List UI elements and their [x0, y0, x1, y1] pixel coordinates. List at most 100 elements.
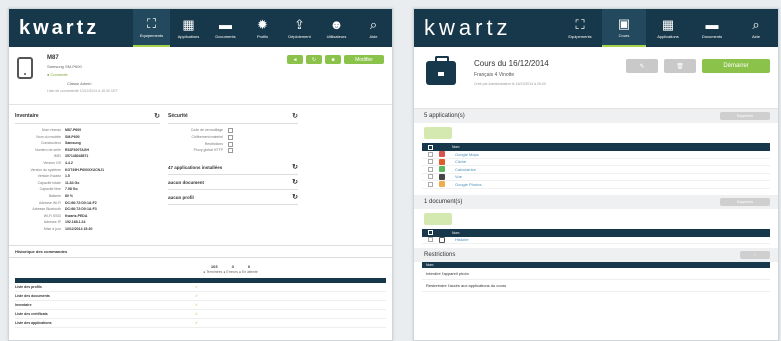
list-item[interactable]: Histoire — [422, 236, 770, 244]
course-info: Cours du 16/12/2014 Français 4 Vinotte C… — [474, 59, 549, 102]
refresh-button[interactable]: ↻ — [306, 55, 322, 64]
row-checkbox[interactable] — [428, 159, 433, 165]
inventory-key: Version Kwartz — [37, 174, 61, 179]
course-subtitle: Français 4 Vinotte — [474, 72, 515, 78]
table-row[interactable]: Liste des certificats ✓ — [15, 310, 386, 319]
nav-item-equipements[interactable]: ⛶ Equipements — [133, 9, 170, 47]
device-list-row[interactable]: 47 applications installées ↻ — [168, 160, 298, 176]
docs-table-header: Nom — [422, 228, 770, 237]
refresh-icon[interactable]: ↻ — [292, 193, 298, 201]
device-meta: Classe Admin — [67, 81, 92, 86]
nav-item-label: Utilisateurs — [326, 33, 347, 39]
refresh-icon[interactable]: ↻ — [292, 163, 298, 171]
history-stat: 0 — [247, 263, 251, 269]
nav-item-utilisateurs[interactable]: ☻ Utilisateurs — [318, 9, 355, 47]
history-stat: 103 — [210, 263, 218, 269]
add-app-button[interactable] — [424, 127, 452, 139]
device-columns: Inventaire ↻ Nom réseau M87-P600 Nom du mo… — [9, 105, 392, 233]
device-actions: ◄ ↻ ■ Modifier — [287, 55, 384, 98]
inventory-row: Constructeur Samsung — [15, 140, 160, 147]
nav-item-profils[interactable]: ✹ Profils — [244, 9, 281, 47]
table-row[interactable]: Liste des documents ✓ — [15, 292, 386, 301]
nav-item-label: Documents — [701, 33, 723, 39]
nav-item-documents[interactable]: ▬ Documents — [207, 9, 244, 47]
device-list-row[interactable]: aucun profil ↻ — [168, 190, 298, 206]
nav-item-applications[interactable]: ▦ Applications — [646, 9, 690, 47]
list-item[interactable]: Google Photos — [422, 181, 770, 189]
command-status-icon: ✓ — [195, 311, 198, 316]
refresh-icon[interactable]: ↻ — [292, 178, 298, 186]
nav-item-aide[interactable]: ⌕ Aide — [355, 9, 392, 47]
kwartz-logo[interactable]: kwartz — [19, 17, 99, 40]
select-all-checkbox[interactable] — [428, 144, 433, 150]
list-item[interactable]: Cliché — [422, 158, 770, 166]
kwartz-logo[interactable]: kwartz — [424, 15, 512, 41]
refresh-icon[interactable]: ↻ — [154, 112, 160, 120]
modify-button[interactable]: Modifier — [344, 55, 384, 64]
device-list-row[interactable]: aucun document ↻ — [168, 175, 298, 191]
top-nav-bar: kwartz ⛶ Equipements ▦ Applications ▬ Documen… — [9, 9, 392, 47]
inventory-value: 4.4.2 — [65, 160, 73, 165]
tablet-icon — [17, 57, 33, 79]
device-subinfo: Liste de connectivité 10/12/2014 à 15:30… — [47, 89, 118, 93]
inventory-value: KOT49H.P600XXUCNJ1 — [65, 167, 105, 172]
row-checkbox[interactable] — [428, 174, 433, 180]
table-row[interactable]: Inventaire ✓ — [15, 301, 386, 310]
command-status-icon: ✓ — [195, 293, 198, 298]
row-checkbox[interactable] — [428, 181, 433, 187]
row-checkbox[interactable] — [428, 237, 433, 243]
wipe-button[interactable]: ■ — [325, 55, 341, 64]
remove-apps-button[interactable]: Supprimer — [720, 112, 770, 120]
delete-button[interactable]: 🗑 — [664, 59, 696, 73]
app-name[interactable]: Vue — [455, 174, 462, 179]
nav-item-applications[interactable]: ▦ Applications — [170, 9, 207, 47]
nav-item-déploiement[interactable]: ⇪ Déploiement — [281, 9, 318, 47]
nav-item-aide[interactable]: ⌕ Aide — [734, 9, 778, 47]
device-list-label: aucun document — [168, 179, 205, 185]
app-name[interactable]: Cliché — [455, 159, 466, 164]
inventory-key: Version OS — [43, 160, 61, 165]
row-checkbox[interactable] — [428, 166, 433, 172]
briefcase-icon: ▣ — [617, 15, 631, 31]
refresh-icon[interactable]: ↻ — [292, 112, 298, 120]
nav-item-cours[interactable]: ▣ Cours — [602, 9, 646, 47]
nav-item-equipements[interactable]: ⛶ Equipements — [558, 9, 602, 47]
list-item[interactable]: Vue — [422, 173, 770, 181]
add-document-button[interactable] — [424, 212, 452, 225]
inventory-row: Version Kwartz 1.5 — [15, 173, 160, 180]
app-name[interactable]: Google Maps — [455, 152, 479, 157]
remove-docs-button[interactable]: Supprimer — [720, 197, 770, 206]
nav-item-documents[interactable]: ▬ Documents — [690, 9, 734, 47]
table-row[interactable]: Liste des profils ✓ — [15, 283, 386, 292]
restriction-row[interactable]: Interdire l'appareil photo — [422, 268, 770, 280]
list-item[interactable]: Google Maps — [422, 151, 770, 159]
inventory-key: Adresse Wi-Fi — [39, 200, 61, 205]
security-checkbox — [228, 148, 233, 154]
command-name: Liste des applications — [15, 320, 52, 325]
app-icon — [439, 151, 445, 158]
app-icon — [439, 173, 445, 180]
top-nav-bar: kwartz ⛶ Equipements ▣ Cours ▦ Applications ▬ D… — [414, 9, 778, 47]
lock-button[interactable]: ◄ — [287, 55, 303, 64]
row-checkbox[interactable] — [428, 151, 433, 157]
restriction-row[interactable]: Restreindre l'accès aux applications du … — [422, 280, 770, 292]
app-name[interactable]: Calculatrice — [455, 167, 476, 172]
security-title: Sécurité — [168, 113, 188, 119]
add-restriction-button[interactable]: + — [740, 251, 770, 259]
inventory-value: 1.5 — [65, 174, 70, 179]
inventory-key: Capacité totale — [37, 180, 61, 185]
table-row[interactable]: Liste des applications ✓ — [15, 319, 386, 328]
app-name[interactable]: Google Photos — [455, 182, 481, 187]
list-item[interactable]: Calculatrice — [422, 166, 770, 174]
inventory-key: Version du système — [30, 167, 61, 172]
select-all-checkbox[interactable] — [428, 230, 433, 235]
edit-button[interactable]: ✎ — [626, 59, 658, 73]
start-button[interactable]: Démarrer — [702, 59, 770, 73]
nav-item-label: Equipements — [139, 32, 164, 38]
inventory-key: Mise à jour — [43, 226, 61, 231]
security-checkbox — [228, 134, 233, 140]
device-detail-panel: kwartz ⛶ Equipements ▦ Applications ▬ Documen… — [8, 8, 393, 341]
restrictions-title: Restrictions — [424, 252, 456, 258]
app-icon — [439, 181, 445, 188]
document-name[interactable]: Histoire — [455, 237, 469, 242]
